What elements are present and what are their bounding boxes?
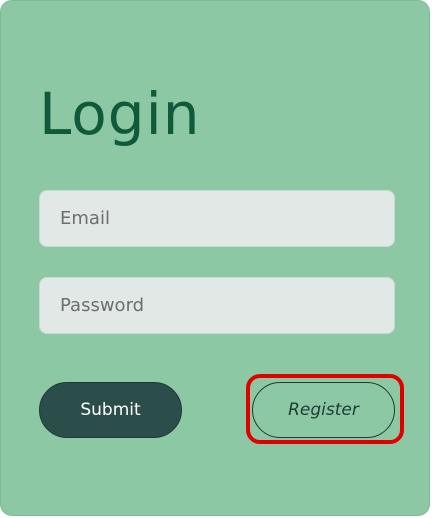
page-title: Login xyxy=(39,80,201,148)
login-card: Login Submit Register xyxy=(0,0,430,516)
password-input[interactable] xyxy=(39,277,395,334)
email-input[interactable] xyxy=(39,190,395,247)
register-button[interactable]: Register xyxy=(252,382,395,438)
submit-button[interactable]: Submit xyxy=(39,382,182,438)
